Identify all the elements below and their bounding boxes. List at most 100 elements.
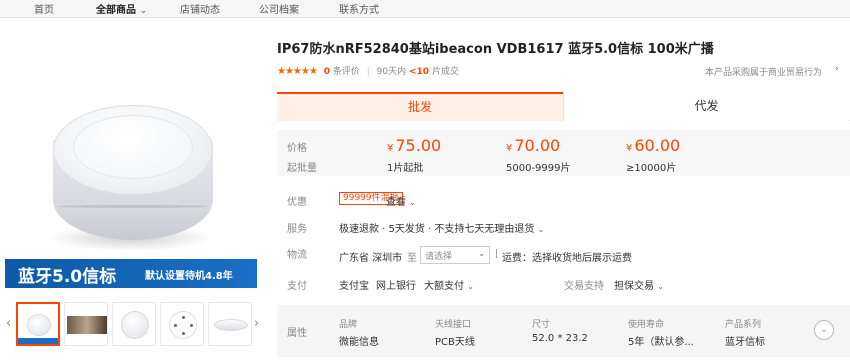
nav-contact[interactable]: 联系方式 [339,1,379,16]
promo-label: 优惠 [287,197,307,208]
service-label: 服务 [287,224,307,235]
chevron-down-icon: ⌄ [820,325,828,335]
thumbnail-5[interactable] [208,302,252,346]
service-text: 极速退款 · 5天发货 · 不支持七天无理由退货 [339,224,535,235]
chevron-right-icon[interactable]: › [835,64,839,74]
yen-symbol: ¥ [387,143,394,154]
purchase-tabs: 批发 代发 [277,92,850,121]
nav-company-profile[interactable]: 公司档案 [259,1,299,16]
main-product-image[interactable] [5,40,257,288]
beacon-seam [57,205,209,208]
thumbnail-1[interactable] [16,302,60,346]
attr-size: 尺寸 52.0 * 23.2 [532,317,588,344]
attr-key: 使用寿命 [628,320,665,330]
thumbnail-4[interactable] [160,302,204,346]
tab-wholesale[interactable]: 批发 [277,92,563,121]
pay-large-amount[interactable]: 大额支付 ⌄ [424,277,474,292]
tab-agency[interactable]: 代发 [563,92,849,121]
top-nav: 首页 全部商品 ⌄ 店铺动态 公司档案 联系方式 [0,0,850,18]
thumb-room-photo [67,316,107,334]
trade-support-label: 交易支持 [564,281,604,292]
logistics-label: 物流 [287,250,307,261]
price-tier-1: ¥75.00 [387,136,441,155]
service-dropdown[interactable]: 极速退款 · 5天发货 · 不支持七天无理由退货 ⌄ [339,220,544,235]
attr-key: 尺寸 [532,320,551,330]
promo-banner: 蓝牙5.0信标 默认设置待机4.8年 [5,259,257,288]
destination-select[interactable]: 请选择 ⌄ [420,246,490,264]
chevron-down-icon: ⌄ [467,282,474,291]
attr-value: 5年（默认参... [628,337,694,348]
payment-label: 支付 [287,281,307,292]
pay-alipay: 支付宝 [339,281,369,292]
attr-key: 品牌 [339,320,358,330]
pay-online-bank: 网上银行 [376,281,416,292]
attr-value: 蓝牙信标 [725,337,765,348]
sold-label: 片成交 [431,67,459,77]
price-value: 70.00 [514,136,561,155]
chevron-down-icon: ⌄ [140,6,147,15]
days-label: 90天内 [376,67,407,77]
pay-large-amount-label: 大额支付 [424,281,464,292]
chevron-down-icon: ⌄ [657,282,664,291]
rating-row: ★★★★★ 0 条评价 | 90天内 <10 片成交 [277,66,459,77]
batch-tier-1: 1片起批 [387,163,424,174]
attr-value: 52.0 * 23.2 [532,333,588,344]
price-value: 60.00 [634,136,681,155]
star-rating-icon: ★★★★★ [277,66,318,77]
trade-notice[interactable]: 本产品采购属于商业贸易行为 [705,65,822,78]
banner-subtitle: 默认设置待机4.8年 [145,271,233,282]
chevron-down-icon: ⌄ [537,225,545,234]
price-value: 75.00 [395,136,442,155]
nav-shop-news[interactable]: 店铺动态 [180,1,220,16]
ship-origin: 广东省 深圳市 [339,253,403,264]
thumb-beacon-side [214,319,248,331]
beacon-top-inner [73,115,193,179]
review-count[interactable]: 0 [324,67,330,77]
attributes-panel: 属性 品牌 微能信息 天线接口 PCB天线 尺寸 52.0 * 23.2 使用寿… [277,305,850,357]
banner-title: 蓝牙5.0信标 [18,267,117,287]
yen-symbol: ¥ [626,143,633,154]
thumb-beacon-icon [27,314,51,336]
sep-bar: | [495,249,499,259]
attr-brand: 品牌 微能信息 [339,317,379,348]
thumb-banner [18,338,58,344]
chevron-right-icon[interactable]: › [254,316,259,331]
trade-support-value: 担保交易 [614,281,654,292]
price-box: 价格 起批量 ¥75.00 1片起批 ¥70.00 5000-9999片 ¥60… [277,130,850,176]
price-tier-3: ¥60.00 [626,136,680,155]
promo-view-link[interactable]: 查看 ⌄ [386,193,416,208]
shipping-fee-note: 运费：选择收货地后展示运费 [502,253,632,264]
batch-tier-3: ≥10000片 [626,163,677,174]
expand-attributes-button[interactable]: ⌄ [814,320,834,340]
price-tier-2: ¥70.00 [506,136,560,155]
review-label[interactable]: 条评价 [333,67,360,77]
price-label: 价格 [287,143,307,154]
promo-view-label: 查看 [386,197,406,208]
thumbnail-3[interactable] [112,302,156,346]
attr-series: 产品系列 蓝牙信标 [725,317,765,348]
nav-home[interactable]: 首页 [34,1,54,16]
chevron-down-icon: ⌄ [478,249,485,258]
attributes-label: 属性 [287,328,307,339]
destination-placeholder: 请选择 [425,252,453,262]
nav-all-products[interactable]: 全部商品 ⌄ [96,1,147,16]
attr-value: 微能信息 [339,337,379,348]
attr-key: 天线接口 [435,320,472,330]
attr-antenna: 天线接口 PCB天线 [435,317,475,348]
trade-support-dropdown[interactable]: 担保交易 ⌄ [614,277,664,292]
thumb-beacon-back [169,311,197,339]
product-title: IP67防水nRF52840基站ibeacon VDB1617 蓝牙5.0信标 … [277,42,714,57]
thumb-beacon-top [121,311,149,339]
sold-count: <10 [408,67,430,77]
thumbnail-2[interactable] [64,302,108,346]
attr-key: 产品系列 [725,320,762,330]
attr-lifetime: 使用寿命 5年（默认参... [628,317,694,348]
batch-tier-2: 5000-9999片 [506,163,571,174]
chevron-left-icon[interactable]: ‹ [6,316,11,331]
yen-symbol: ¥ [506,143,513,154]
batch-label: 起批量 [287,163,317,174]
ship-to-label: 至 [407,253,417,264]
chevron-down-icon: ⌄ [409,198,416,207]
thumbnail-strip: ‹ › [0,302,265,346]
nav-all-products-label: 全部商品 [96,5,136,16]
